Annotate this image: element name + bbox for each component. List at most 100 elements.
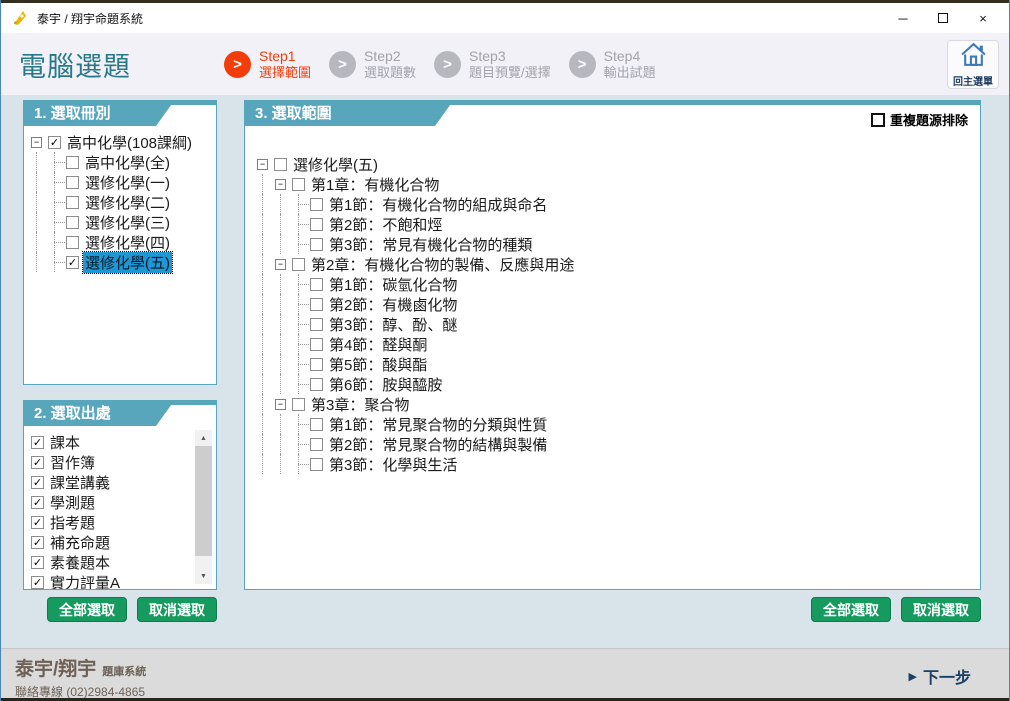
checkbox[interactable] <box>292 178 305 191</box>
checkbox[interactable]: ✓ <box>31 476 44 489</box>
tree-row[interactable]: 第3節：常見有機化合物的種類 <box>257 234 970 254</box>
scrollbar-thumb[interactable] <box>195 446 212 556</box>
home-button[interactable]: 回主選單 <box>947 40 999 89</box>
tree-row[interactable]: 第2節：不飽和烴 <box>257 214 970 234</box>
tree-row[interactable]: 第3節：醇、酚、醚 <box>257 314 970 334</box>
step-item[interactable]: > Step2 選取題數 <box>329 48 416 80</box>
deselect-all-sources-button[interactable]: 取消選取 <box>137 597 217 622</box>
checkbox[interactable] <box>274 158 287 171</box>
list-item[interactable]: ✓ 課本 <box>31 432 190 452</box>
list-item[interactable]: ✓ 補充命題 <box>31 532 190 552</box>
checkbox[interactable] <box>310 298 323 311</box>
checkbox[interactable] <box>292 398 305 411</box>
tree-row[interactable]: 第1節：常見聚合物的分類與性質 <box>257 414 970 434</box>
checkbox[interactable]: ✓ <box>31 516 44 529</box>
list-item[interactable]: ✓ 指考題 <box>31 512 190 532</box>
select-all-range-button[interactable]: 全部選取 <box>811 597 891 622</box>
tree-row[interactable]: − 第2章：有機化合物的製備、反應與用途 <box>257 254 970 274</box>
tree-row[interactable]: 第2節：有機鹵化物 <box>257 294 970 314</box>
checkbox[interactable] <box>310 218 323 231</box>
list-item[interactable]: ✓ 課堂講義 <box>31 472 190 492</box>
checkbox[interactable] <box>310 278 323 291</box>
tree-row-label: 第2章：有機化合物的製備、反應與用途 <box>309 254 576 275</box>
deselect-all-range-button[interactable]: 取消選取 <box>901 597 981 622</box>
tree-row-label: 選修化學(五) <box>83 252 172 273</box>
checkbox[interactable] <box>310 378 323 391</box>
checkbox[interactable]: ✓ <box>48 136 61 149</box>
window-controls: ─ × <box>883 4 1003 32</box>
checkbox[interactable] <box>66 176 79 189</box>
scroll-up-icon[interactable]: ▲ <box>195 430 212 446</box>
select-all-sources-button[interactable]: 全部選取 <box>47 597 127 622</box>
tree-connector: − <box>257 394 292 414</box>
tree-row[interactable]: − ✓ 高中化學(108課綱) <box>31 132 212 152</box>
step-circle-icon: > <box>224 51 251 78</box>
tree-row[interactable]: 第1節：碳氫化合物 <box>257 274 970 294</box>
tree-row-label: 第3節：常見有機化合物的種類 <box>327 234 534 255</box>
checkbox[interactable] <box>310 318 323 331</box>
tree-row[interactable]: 選修化學(三) <box>31 212 212 232</box>
tree-row[interactable]: 第5節：酸與酯 <box>257 354 970 374</box>
checkbox[interactable] <box>66 236 79 249</box>
checkbox[interactable] <box>292 258 305 271</box>
scrollbar[interactable]: ▲ ▼ <box>195 430 212 584</box>
checkbox[interactable] <box>310 438 323 451</box>
checkbox[interactable]: ✓ <box>31 496 44 509</box>
tree-row[interactable]: 第4節：醛與酮 <box>257 334 970 354</box>
tree-row[interactable]: − 選修化學(五) <box>257 154 970 174</box>
tree-row[interactable]: 第3節：化學與生活 <box>257 454 970 474</box>
collapse-icon[interactable]: − <box>31 137 42 148</box>
source-list: ✓ 課本 ✓ 習作簿 ✓ 課堂講義 <box>31 432 190 589</box>
page-title: 電腦選題 <box>19 45 224 84</box>
maximize-button[interactable] <box>923 4 963 32</box>
tree-row[interactable]: 第6節：胺與醯胺 <box>257 374 970 394</box>
scroll-down-icon[interactable]: ▼ <box>195 568 212 584</box>
collapse-icon[interactable]: − <box>257 159 268 170</box>
duplicate-filter-checkbox[interactable] <box>871 113 885 127</box>
checkbox[interactable] <box>310 338 323 351</box>
minimize-button[interactable]: ─ <box>883 4 923 32</box>
tree-row[interactable]: 選修化學(二) <box>31 192 212 212</box>
tree-row[interactable]: ✓ 選修化學(五) <box>31 252 212 272</box>
checkbox[interactable] <box>66 156 79 169</box>
checkbox[interactable]: ✓ <box>31 536 44 549</box>
scrollbar-track[interactable] <box>195 446 212 568</box>
collapse-icon[interactable]: − <box>275 259 286 270</box>
checkbox[interactable] <box>310 238 323 251</box>
checkbox[interactable]: ✓ <box>31 436 44 449</box>
checkbox[interactable] <box>66 196 79 209</box>
checkbox[interactable] <box>310 198 323 211</box>
list-item[interactable]: ✓ 實力評量A <box>31 572 190 589</box>
tree-row[interactable]: 第2節：常見聚合物的結構與製備 <box>257 434 970 454</box>
checkbox[interactable] <box>310 458 323 471</box>
tree-connector <box>31 232 66 252</box>
step-item[interactable]: > Step4 輸出試題 <box>569 48 656 80</box>
tree-row[interactable]: 選修化學(四) <box>31 232 212 252</box>
list-item[interactable]: ✓ 習作簿 <box>31 452 190 472</box>
checkbox[interactable]: ✓ <box>66 256 79 269</box>
tree-row-label: 第1節：有機化合物的組成與命名 <box>327 194 549 215</box>
checkbox[interactable]: ✓ <box>31 456 44 469</box>
step-item[interactable]: > Step3 題目預覽/選擇 <box>434 48 551 80</box>
checkbox[interactable] <box>66 216 79 229</box>
step-label: 輸出試題 <box>604 65 656 80</box>
step-item[interactable]: > Step1 選擇範圍 <box>224 48 311 80</box>
app-window: 泰宇 / 翔宇命題系統 ─ × 電腦選題 > Step1 選擇範圍 > <box>0 0 1010 701</box>
tree-row[interactable]: 第1節：有機化合物的組成與命名 <box>257 194 970 214</box>
next-step-button[interactable]: ▶ 下一步 <box>909 664 971 688</box>
list-item[interactable]: ✓ 素養題本 <box>31 552 190 572</box>
checkbox[interactable] <box>310 358 323 371</box>
collapse-icon[interactable]: − <box>275 399 286 410</box>
list-item[interactable]: ✓ 學測題 <box>31 492 190 512</box>
checkbox[interactable] <box>310 418 323 431</box>
tree-row[interactable]: 選修化學(一) <box>31 172 212 192</box>
close-button[interactable]: × <box>963 4 1003 32</box>
tree-row[interactable]: − 第3章：聚合物 <box>257 394 970 414</box>
step-label: 選取題數 <box>364 65 416 80</box>
tree-row[interactable]: 高中化學(全) <box>31 152 212 172</box>
checkbox[interactable]: ✓ <box>31 576 44 589</box>
tree-row[interactable]: − 第1章：有機化合物 <box>257 174 970 194</box>
tree-row-label: 第1節：常見聚合物的分類與性質 <box>327 414 549 435</box>
collapse-icon[interactable]: − <box>275 179 286 190</box>
checkbox[interactable]: ✓ <box>31 556 44 569</box>
